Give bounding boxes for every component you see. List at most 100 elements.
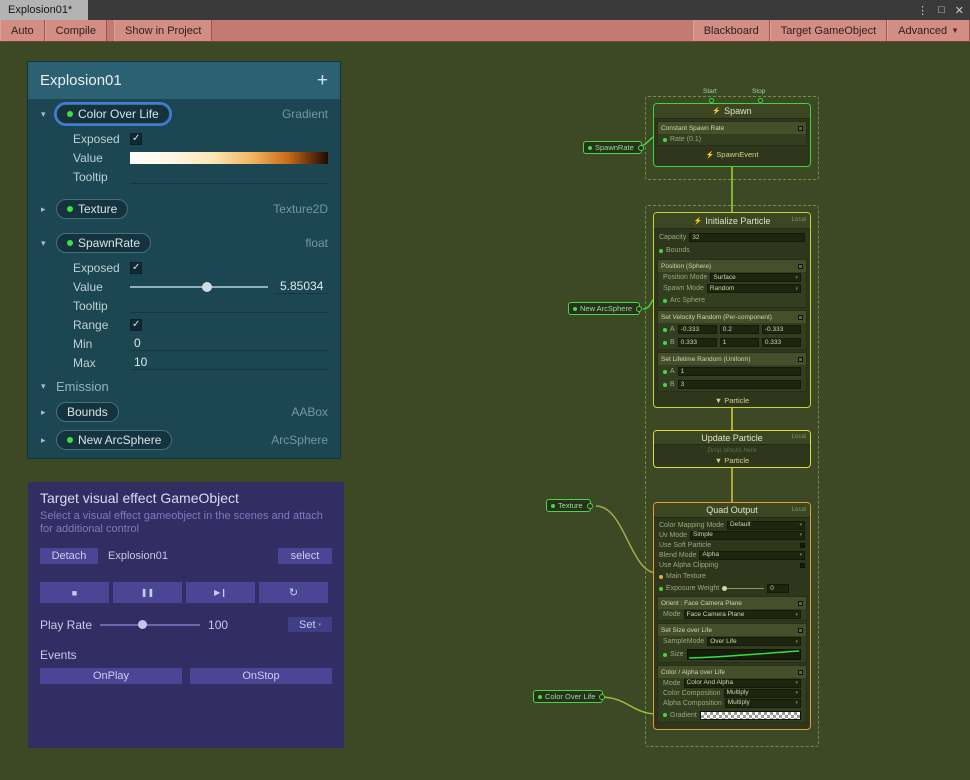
edge-colorlife-to-gradient[interactable] xyxy=(600,697,657,714)
bounds-input-port[interactable] xyxy=(659,249,663,253)
tooltip-field[interactable] xyxy=(130,169,328,184)
gradient-value-field[interactable] xyxy=(130,152,328,164)
velocity-a-z-field[interactable]: -0.333 xyxy=(762,325,801,334)
onplay-button[interactable]: OnPlay xyxy=(40,668,182,684)
block-enable-checkbox[interactable] xyxy=(798,357,803,362)
initialize-particle-output-port[interactable]: ▼ Particle xyxy=(654,394,810,407)
set-lifetime-random-block[interactable]: Set Lifetime Random (Uniform) A 1 B 3 xyxy=(657,352,807,392)
value-slider[interactable] xyxy=(130,286,268,288)
exposure-weight-input-port[interactable] xyxy=(659,587,663,591)
detach-button[interactable]: Detach xyxy=(40,548,98,564)
exposure-weight-slider[interactable] xyxy=(722,588,764,589)
chevron-right-icon[interactable]: ▸ xyxy=(41,407,56,418)
arc-sphere-input-port[interactable] xyxy=(663,299,667,303)
chevron-down-icon[interactable]: ▾ xyxy=(41,109,56,120)
chevron-down-icon[interactable]: ▾ xyxy=(41,238,56,249)
maximize-icon[interactable]: □ xyxy=(938,4,945,16)
orient-mode-dropdown[interactable]: Face Camera Plane▾ xyxy=(684,610,801,619)
space-indicator[interactable]: Local xyxy=(792,217,806,223)
capacity-field[interactable]: 32 xyxy=(689,233,805,242)
block-enable-checkbox[interactable] xyxy=(798,126,803,131)
gradient-input-port[interactable] xyxy=(663,713,667,717)
spawn-event-output-port[interactable]: ⚡ SpawnEvent xyxy=(654,148,810,161)
uv-mode-dropdown[interactable]: Simple▾ xyxy=(690,531,805,540)
chevron-down-icon[interactable]: ▾ xyxy=(41,381,56,392)
position-sphere-block[interactable]: Position (Sphere) Position Mode Surface▾… xyxy=(657,259,807,308)
quad-output-node[interactable]: Quad Output Local Color Mapping Mode Def… xyxy=(653,502,811,730)
rate-input-port[interactable] xyxy=(663,138,667,142)
blackboard-property-bounds[interactable]: Bounds xyxy=(56,402,119,422)
gradient-field[interactable] xyxy=(700,711,801,720)
color-alpha-over-life-block[interactable]: Color / Alpha over Life Mode Color And A… xyxy=(657,665,807,723)
set-size-over-life-block[interactable]: Set Size over Life SampleMode Over Life▾… xyxy=(657,623,807,663)
auto-button[interactable]: Auto xyxy=(0,20,45,41)
pause-button[interactable]: ❚❚ xyxy=(113,582,182,603)
block-enable-checkbox[interactable] xyxy=(798,315,803,320)
color-mode-dropdown[interactable]: Color And Alpha▾ xyxy=(684,679,801,688)
blend-mode-dropdown[interactable]: Alpha▾ xyxy=(699,551,805,560)
set-velocity-random-block[interactable]: Set Velocity Random (Per-component) A -0… xyxy=(657,310,807,350)
lifetime-b-field[interactable]: 3 xyxy=(678,380,801,389)
tooltip-field[interactable] xyxy=(130,298,328,313)
blackboard-property-color-over-life[interactable]: Color Over Life xyxy=(56,104,170,124)
compile-button[interactable]: Compile xyxy=(45,20,107,41)
min-field[interactable]: 0 xyxy=(130,336,328,351)
block-enable-checkbox[interactable] xyxy=(798,670,803,675)
block-enable-checkbox[interactable] xyxy=(798,628,803,633)
parameter-node-new-arcsphere[interactable]: New ArcSphere xyxy=(568,302,640,315)
alpha-clipping-checkbox[interactable] xyxy=(800,563,805,568)
menu-icon[interactable]: ⋮ xyxy=(917,4,928,17)
value-field[interactable]: 5.85034 xyxy=(274,279,328,294)
blackboard-property-spawnrate[interactable]: SpawnRate xyxy=(56,233,151,253)
blackboard-toggle-button[interactable]: Blackboard xyxy=(693,20,770,41)
set-rate-button[interactable]: Set ▾ xyxy=(288,617,332,632)
update-particle-output-port[interactable]: ▼ Particle xyxy=(654,455,810,466)
advanced-dropdown-button[interactable]: Advanced ▼ xyxy=(887,20,970,41)
parameter-node-texture[interactable]: Texture xyxy=(546,499,591,512)
lifetime-a-field[interactable]: 1 xyxy=(678,367,801,376)
spawn-mode-dropdown[interactable]: Random▾ xyxy=(707,284,801,293)
blackboard-property-texture[interactable]: Texture xyxy=(56,199,128,219)
lifetime-a-input-port[interactable] xyxy=(663,370,667,374)
velocity-b-y-field[interactable]: 1 xyxy=(720,338,759,347)
exposure-weight-field[interactable]: 0 xyxy=(767,584,789,593)
space-indicator[interactable]: Local xyxy=(792,434,806,440)
parameter-node-color-over-life[interactable]: Color Over Life xyxy=(533,690,603,703)
play-rate-value[interactable]: 100 xyxy=(208,618,242,632)
velocity-a-y-field[interactable]: 0.2 xyxy=(720,325,759,334)
velocity-a-input-port[interactable] xyxy=(663,328,667,332)
blackboard-category-emission[interactable]: ▾ Emission xyxy=(28,374,340,398)
velocity-b-x-field[interactable]: 0.333 xyxy=(678,338,717,347)
soft-particle-checkbox[interactable] xyxy=(800,543,805,548)
stop-button[interactable]: ■ xyxy=(40,582,109,603)
color-mapping-dropdown[interactable]: Default▾ xyxy=(727,521,805,530)
spawn-stop-port[interactable] xyxy=(758,98,763,103)
space-indicator[interactable]: Local xyxy=(792,507,806,513)
restart-button[interactable]: ↻ xyxy=(259,582,328,603)
max-field[interactable]: 10 xyxy=(130,355,328,370)
sample-mode-dropdown[interactable]: Over Life▾ xyxy=(707,637,801,646)
add-property-button[interactable]: + xyxy=(317,70,328,92)
show-in-project-button[interactable]: Show in Project xyxy=(114,20,212,41)
lifetime-b-input-port[interactable] xyxy=(663,383,667,387)
blackboard-property-new-arcsphere[interactable]: New ArcSphere xyxy=(56,430,172,450)
size-input-port[interactable] xyxy=(663,653,667,657)
velocity-b-z-field[interactable]: 0.333 xyxy=(762,338,801,347)
alpha-composition-dropdown[interactable]: Multiply▾ xyxy=(725,699,801,708)
constant-spawn-rate-block[interactable]: Constant Spawn Rate Rate (0.1) xyxy=(657,121,807,146)
size-curve-field[interactable] xyxy=(687,649,801,660)
target-gameobject-toggle-button[interactable]: Target GameObject xyxy=(770,20,887,41)
play-rate-slider[interactable] xyxy=(100,624,200,626)
chevron-right-icon[interactable]: ▸ xyxy=(41,204,56,215)
window-tab[interactable]: Explosion01* xyxy=(0,0,88,20)
block-enable-checkbox[interactable] xyxy=(798,601,803,606)
select-button[interactable]: select xyxy=(278,548,332,564)
velocity-a-x-field[interactable]: -0.333 xyxy=(678,325,717,334)
close-icon[interactable]: ✕ xyxy=(955,4,964,17)
main-texture-input-port[interactable] xyxy=(659,575,663,579)
chevron-right-icon[interactable]: ▸ xyxy=(41,435,56,446)
update-particle-node[interactable]: Update Particle Local Drop blocks here ▼… xyxy=(653,430,811,468)
edge-texture-to-maintexture[interactable] xyxy=(596,506,657,573)
exposed-checkbox[interactable] xyxy=(130,133,142,145)
orient-block[interactable]: Orient : Face Camera Plane Mode Face Cam… xyxy=(657,596,807,621)
